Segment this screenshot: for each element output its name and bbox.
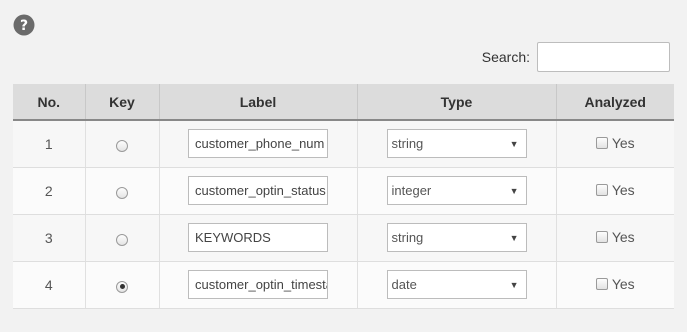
type-select-value: string bbox=[391, 230, 424, 245]
caret-down-icon: ▼ bbox=[509, 185, 519, 196]
fields-table: No. Key Label Type Analyzed 1 customer_p… bbox=[13, 84, 674, 309]
label-input[interactable]: customer_phone_num bbox=[188, 129, 328, 159]
column-header-key[interactable]: Key bbox=[85, 84, 160, 121]
type-cell: string ▼ bbox=[357, 214, 557, 262]
key-radio[interactable] bbox=[116, 186, 128, 199]
key-cell bbox=[85, 120, 160, 168]
table-row: 1 customer_phone_num string ▼ Yes bbox=[13, 120, 674, 168]
analyzed-label: Yes bbox=[611, 134, 635, 151]
svg-text:?: ? bbox=[20, 18, 28, 34]
type-select-value: date bbox=[391, 277, 417, 292]
caret-down-icon: ▼ bbox=[509, 279, 519, 290]
table-row: 4 customer_optin_timestamp date ▼ Yes bbox=[13, 261, 674, 309]
analyzed-checkbox[interactable] bbox=[595, 183, 608, 196]
row-number: 4 bbox=[13, 261, 86, 309]
label-input[interactable]: customer_optin_timestamp bbox=[188, 270, 328, 299]
analyzed-label: Yes bbox=[611, 181, 635, 198]
label-input[interactable]: customer_optin_status bbox=[188, 176, 328, 205]
analyzed-cell: Yes bbox=[556, 120, 674, 168]
column-header-type[interactable]: Type bbox=[357, 84, 557, 121]
row-number: 1 bbox=[13, 120, 86, 168]
key-radio[interactable] bbox=[116, 233, 128, 246]
analyzed-label: Yes bbox=[611, 275, 635, 292]
analyzed-checkbox[interactable] bbox=[595, 277, 608, 290]
type-select[interactable]: string ▼ bbox=[386, 223, 527, 252]
type-select[interactable]: integer ▼ bbox=[386, 176, 527, 205]
type-cell: string ▼ bbox=[357, 120, 557, 168]
analyzed-label: Yes bbox=[611, 228, 635, 245]
type-cell: integer ▼ bbox=[357, 167, 557, 215]
column-header-no[interactable]: No. bbox=[13, 84, 86, 121]
label-cell: KEYWORDS bbox=[159, 214, 358, 262]
column-header-label[interactable]: Label bbox=[159, 84, 358, 121]
analyzed-checkbox[interactable] bbox=[595, 230, 608, 243]
label-input[interactable]: KEYWORDS bbox=[188, 223, 328, 252]
row-number: 3 bbox=[13, 214, 86, 262]
key-cell bbox=[85, 261, 160, 309]
type-select-value: string bbox=[391, 136, 424, 152]
key-radio[interactable] bbox=[116, 140, 128, 153]
search-label: Search: bbox=[481, 49, 530, 65]
analyzed-cell: Yes bbox=[556, 214, 674, 262]
key-cell bbox=[85, 214, 160, 262]
table-header-row: No. Key Label Type Analyzed bbox=[13, 84, 674, 121]
type-select[interactable]: string ▼ bbox=[386, 129, 527, 159]
analyzed-cell: Yes bbox=[556, 167, 674, 215]
type-cell: date ▼ bbox=[357, 261, 557, 309]
label-cell: customer_optin_status bbox=[159, 167, 358, 215]
type-select-value: integer bbox=[391, 183, 432, 198]
key-radio-selected[interactable] bbox=[116, 280, 128, 293]
search-bar: Search: bbox=[482, 42, 670, 72]
caret-down-icon: ▼ bbox=[509, 232, 519, 243]
caret-down-icon: ▼ bbox=[509, 138, 519, 149]
question-circle-icon[interactable]: ? bbox=[13, 14, 35, 36]
row-number: 2 bbox=[13, 167, 86, 215]
label-cell: customer_optin_timestamp bbox=[159, 261, 358, 309]
table-row: 2 customer_optin_status integer ▼ Yes bbox=[13, 167, 674, 215]
analyzed-cell: Yes bbox=[556, 261, 674, 309]
type-select[interactable]: date ▼ bbox=[386, 270, 527, 299]
key-cell bbox=[85, 167, 160, 215]
label-cell: customer_phone_num bbox=[159, 120, 358, 168]
search-input[interactable] bbox=[537, 42, 670, 72]
analyzed-checkbox[interactable] bbox=[595, 136, 608, 149]
column-header-analyzed[interactable]: Analyzed bbox=[556, 84, 674, 121]
table-row: 3 KEYWORDS string ▼ Yes bbox=[13, 214, 674, 262]
